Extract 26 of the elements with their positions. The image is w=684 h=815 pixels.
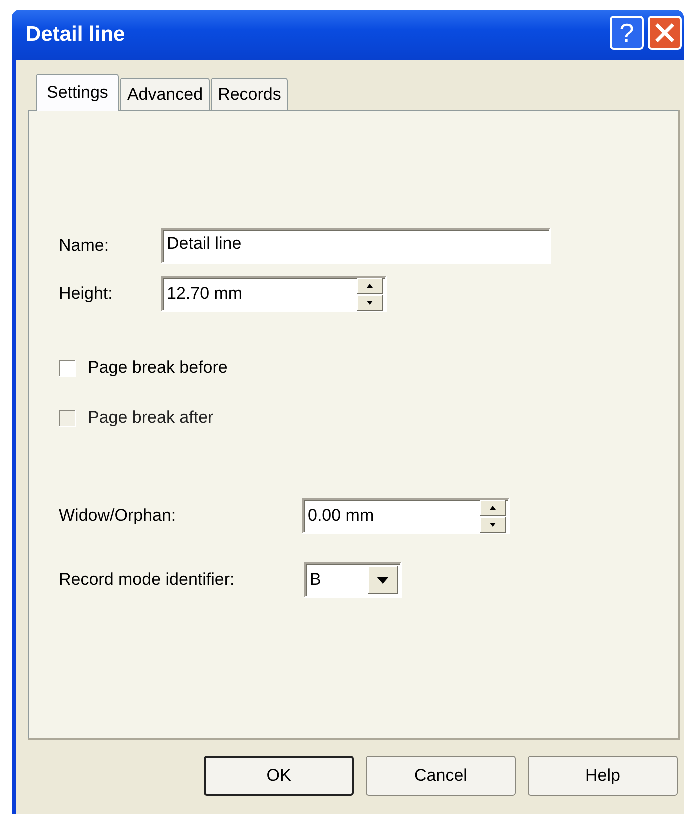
spin-field[interactable]: 0.00 mm <box>302 498 510 534</box>
field-value: 0.00 mm <box>308 506 374 526</box>
spinner-buttons[interactable] <box>480 500 506 532</box>
help-button[interactable]: ? <box>610 16 644 50</box>
field-value: 12.70 mm <box>167 284 243 304</box>
close-button[interactable] <box>648 16 682 50</box>
tab[interactable]: Records <box>211 78 288 110</box>
field-value: B <box>310 570 322 590</box>
close-icon <box>654 22 676 44</box>
text-field[interactable]: Detail line <box>161 228 551 264</box>
tab[interactable]: Settings <box>36 74 120 111</box>
tab[interactable]: Advanced <box>120 78 210 110</box>
field-label: Record mode identifier: <box>59 570 236 590</box>
window-title: Detail line <box>26 23 126 47</box>
dialog-button[interactable]: Cancel <box>366 756 516 796</box>
field-label: Height: <box>59 284 114 304</box>
checkbox[interactable] <box>59 360 76 376</box>
dialog-button[interactable]: Help <box>528 756 678 796</box>
checkbox-label: Page break after <box>88 408 214 428</box>
dialog-button[interactable]: OK <box>204 756 354 796</box>
spin-field[interactable]: 12.70 mm <box>161 276 387 312</box>
dropdown-field[interactable]: B <box>304 562 402 598</box>
checkbox-label: Page break before <box>88 358 228 378</box>
field-label: Widow/Orphan: <box>59 506 178 526</box>
field-label: Name: <box>59 236 110 256</box>
spinner-buttons[interactable] <box>357 278 383 310</box>
